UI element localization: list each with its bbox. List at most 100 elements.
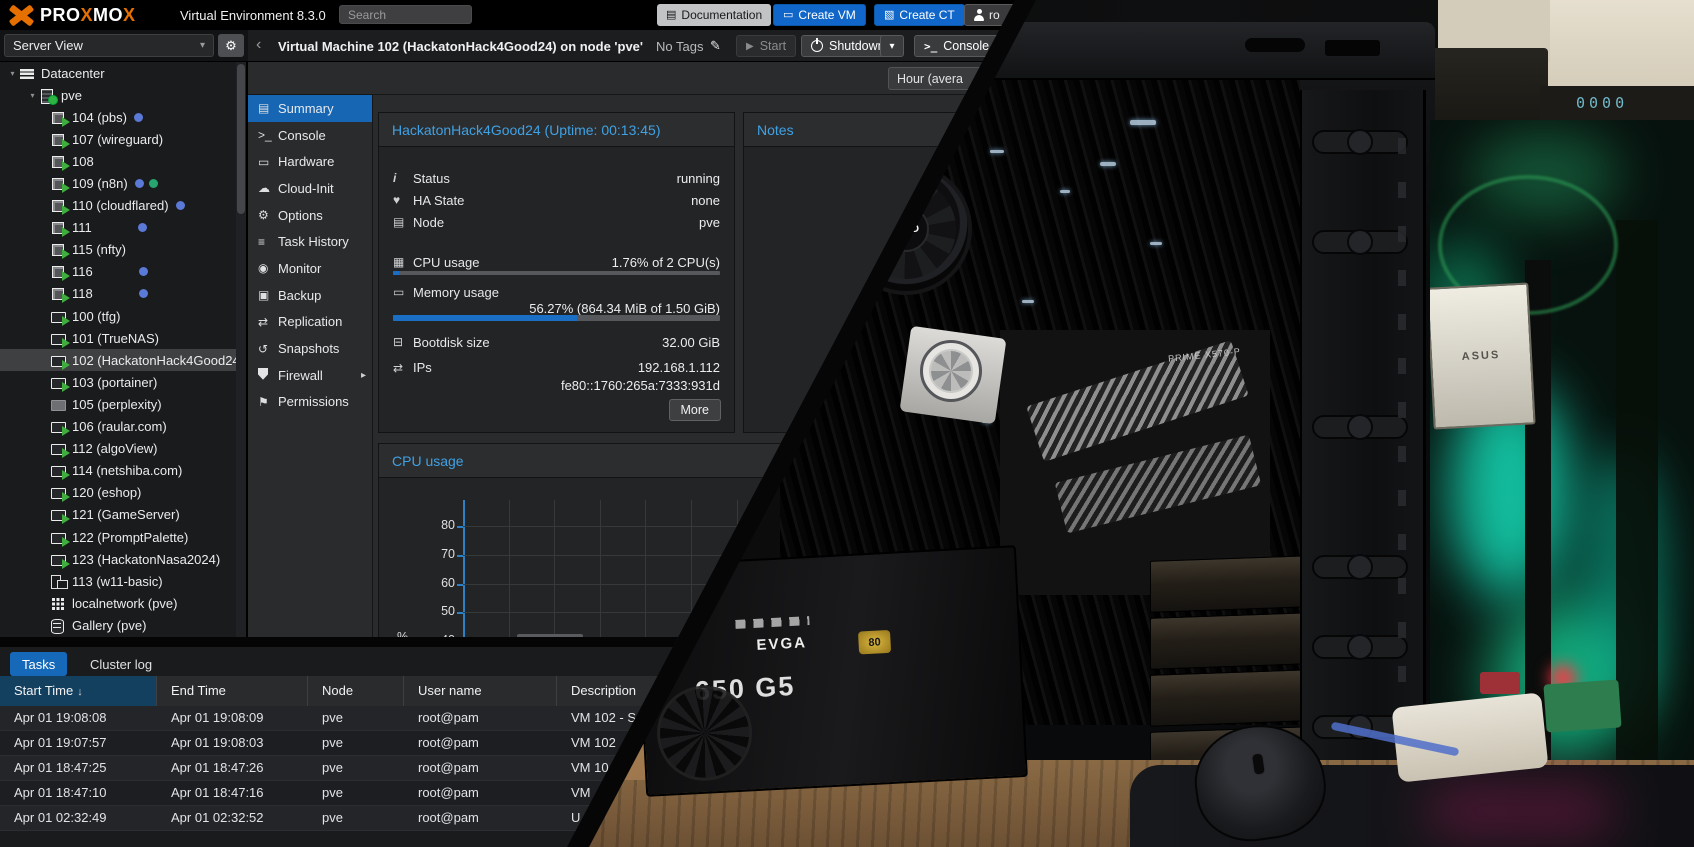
tree-item-label: 101 (TrueNAS) (72, 331, 159, 346)
tree-item[interactable]: 118 (0, 283, 246, 305)
lxc-running-icon (50, 132, 67, 147)
tree-item-label: 114 (netshiba.com) (72, 463, 182, 478)
shutdown-menu-button[interactable]: ▾ (880, 35, 904, 57)
tree-item[interactable]: 122 (PromptPalette) (0, 526, 246, 548)
template-icon (50, 574, 67, 589)
sync-icon: ⇄ (258, 315, 278, 329)
flag-icon: ⚑ (258, 395, 278, 409)
tree-item-label: 109 (n8n) (72, 176, 128, 191)
tree-item[interactable]: 114 (netshiba.com) (0, 460, 246, 482)
gridline (645, 500, 646, 644)
menu-item-monitor[interactable]: ◉Monitor (248, 255, 372, 282)
menu-item-options[interactable]: ⚙Options (248, 202, 372, 229)
tree-item-label: 122 (PromptPalette) (72, 530, 188, 545)
cpu-usage-value: 1.76% of 2 CPU(s) (612, 255, 720, 270)
tree-item-label: 111 (72, 220, 92, 235)
tree-item[interactable]: 101 (TrueNAS) (0, 327, 246, 349)
tree-item[interactable]: localnetwork (pve) (0, 592, 246, 614)
tree-item[interactable]: 115 (nfty) (0, 239, 246, 261)
status-dot (176, 201, 185, 210)
table-cell: root@pam (404, 731, 557, 755)
cpu-progress-fill (393, 271, 399, 275)
tree-item[interactable]: 100 (tfg) (0, 305, 246, 327)
table-cell: Apr 01 02:32:52 (157, 806, 308, 830)
tree-item[interactable]: Gallery (pve) (0, 614, 246, 636)
monitor-icon: ▭ (258, 155, 278, 169)
ip-address: fe80::1760:265a:7333:931d (561, 377, 720, 395)
menu-item-label: Summary (278, 101, 334, 116)
back-chevron-icon[interactable]: ‹ (256, 36, 261, 54)
tree-item-label: 120 (eshop) (72, 485, 141, 500)
documentation-button[interactable]: ▤Documentation (657, 4, 771, 26)
vm-running-icon (50, 507, 67, 522)
menu-item-task-history[interactable]: ≡Task History (248, 228, 372, 255)
tab-cluster-log[interactable]: Cluster log (78, 652, 164, 676)
tree-item[interactable]: 116 (0, 261, 246, 283)
tree-item[interactable]: 109 (n8n) (0, 172, 246, 194)
tree-item[interactable]: 102 (HackatonHack4Good24) (0, 349, 246, 371)
status-value: running (677, 171, 720, 186)
caret-icon[interactable]: ▾ (6, 69, 19, 78)
column-header-user-name[interactable]: User name (404, 676, 557, 706)
tree-item[interactable]: 113 (w11-basic) (0, 570, 246, 592)
menu-item-summary[interactable]: ▤Summary (248, 95, 372, 122)
menu-item-console[interactable]: >_Console (248, 122, 372, 149)
gridline (509, 500, 510, 644)
tree-item[interactable]: 120 (eshop) (0, 482, 246, 504)
tree-item[interactable]: ▾Datacenter (0, 62, 246, 84)
menu-item-snapshots[interactable]: ↺Snapshots (248, 335, 372, 362)
column-header-start-time[interactable]: Start Time↓ (0, 676, 157, 706)
column-header-end-time[interactable]: End Time (157, 676, 308, 706)
menu-item-permissions[interactable]: ⚑Permissions (248, 389, 372, 416)
tree-item[interactable]: 107 (wireguard) (0, 128, 246, 150)
tree-item[interactable]: 105 (perplexity) (0, 393, 246, 415)
console-button[interactable]: >_Console (914, 35, 999, 57)
y-tick-label: 60 (419, 576, 455, 590)
tree-item[interactable]: 106 (raular.com) (0, 416, 246, 438)
tree-item[interactable]: 103 (portainer) (0, 371, 246, 393)
tree-item[interactable]: 121 (GameServer) (0, 504, 246, 526)
create-vm-button[interactable]: ▭Create VM (773, 4, 866, 26)
tree-item[interactable]: ▾pve (0, 84, 246, 106)
more-button[interactable]: More (669, 399, 721, 421)
tree-item-label: 113 (w11-basic) (72, 574, 163, 589)
table-cell: pve (308, 781, 404, 805)
menu-item-cloud-init[interactable]: ☁Cloud-Init (248, 175, 372, 202)
tree-item[interactable]: 110 (cloudflared) (0, 195, 246, 217)
caret-icon[interactable]: ▾ (26, 91, 39, 100)
tree-item[interactable]: 111 (0, 217, 246, 239)
tree-item[interactable]: 123 (HackatonNasa2024) (0, 548, 246, 570)
menu-item-backup[interactable]: ▣Backup (248, 282, 372, 309)
node-value: pve (699, 215, 720, 230)
drive-latch (1312, 130, 1408, 154)
vm-running-icon (50, 375, 67, 390)
drive-latch (1312, 230, 1408, 254)
table-cell: Apr 01 19:08:03 (157, 731, 308, 755)
menu-item-replication[interactable]: ⇄Replication (248, 309, 372, 336)
sidebar-settings-button[interactable]: ⚙ (218, 34, 244, 57)
menu-item-hardware[interactable]: ▭Hardware (248, 148, 372, 175)
tree-item[interactable]: 104 (pbs) (0, 106, 246, 128)
tree-item[interactable]: 108 (0, 150, 246, 172)
tree-scrollbar-thumb[interactable] (237, 64, 245, 214)
list-icon: ≡ (258, 235, 278, 249)
tab-tasks[interactable]: Tasks (10, 652, 67, 676)
storage-icon (50, 618, 67, 633)
edit-tags-icon[interactable]: ✎ (710, 38, 721, 54)
menu-item-firewall[interactable]: Firewall▸ (248, 362, 372, 389)
version-label: Virtual Environment 8.3.0 (180, 8, 326, 23)
start-button[interactable]: ▶Start (736, 35, 796, 57)
tree-item[interactable]: 112 (algoView) (0, 438, 246, 460)
create-ct-button[interactable]: ▧Create CT (874, 4, 965, 26)
menu-item-label: Console (278, 128, 326, 143)
proxmox-logo-icon (8, 4, 34, 26)
column-header-node[interactable]: Node (308, 676, 404, 706)
search-input[interactable] (339, 5, 472, 24)
vm-running-icon (50, 419, 67, 434)
view-selector[interactable]: Server View▾ (4, 34, 214, 57)
gear-icon: ⚙ (258, 208, 278, 222)
node-icon (39, 88, 56, 103)
table-cell: pve (308, 731, 404, 755)
status-dot (139, 289, 148, 298)
table-cell: Apr 01 19:07:57 (0, 731, 157, 755)
